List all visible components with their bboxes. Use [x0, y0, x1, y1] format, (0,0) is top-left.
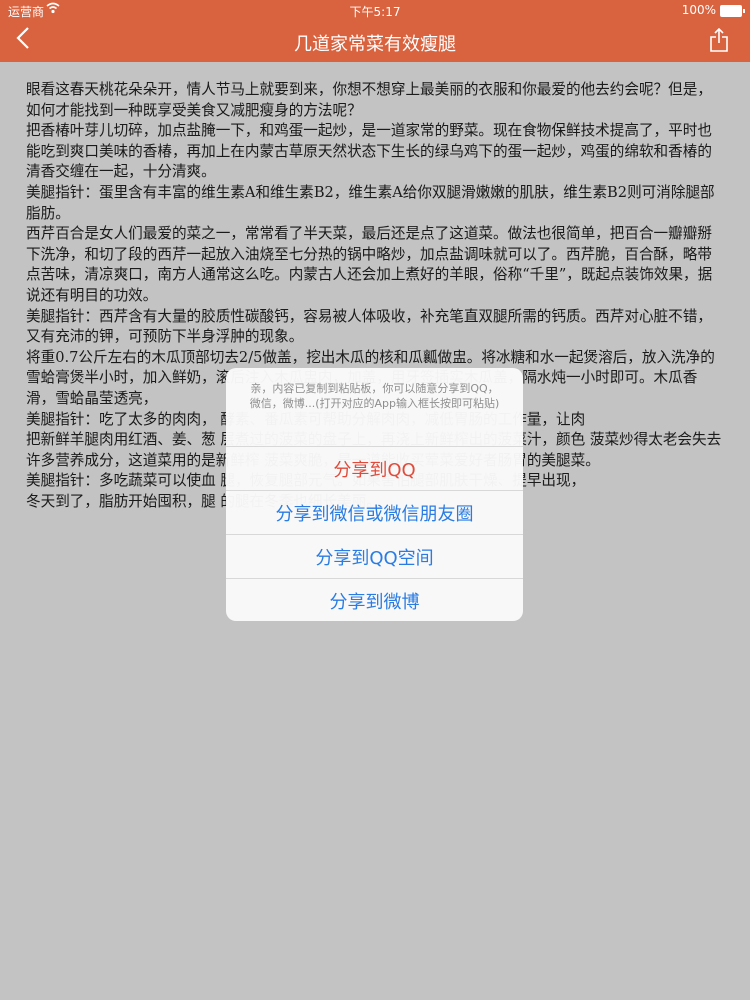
share-qq-button[interactable]: 分享到QQ: [226, 446, 523, 490]
battery-icon: [720, 5, 745, 17]
share-sheet: 亲，内容已复制到粘贴板，你可以随意分享到QQ，微信，微博...(打开对应的App…: [226, 368, 523, 621]
status-bar: 运营商 下午5:17 100%: [0, 0, 750, 20]
share-wechat-button[interactable]: 分享到微信或微信朋友圈: [226, 490, 523, 534]
clock: 下午5:17: [349, 5, 401, 19]
share-qzone-button[interactable]: 分享到QQ空间: [226, 534, 523, 578]
share-message: 亲，内容已复制到粘贴板，你可以随意分享到QQ，微信，微博...(打开对应的App…: [249, 382, 500, 410]
page-title: 几道家常菜有效瘦腿: [294, 34, 456, 55]
share-weibo-button[interactable]: 分享到微博: [226, 578, 523, 621]
share-icon[interactable]: [710, 27, 728, 52]
battery-percent: 100%: [681, 3, 716, 17]
nav-bar: 几道家常菜有效瘦腿: [0, 20, 750, 62]
